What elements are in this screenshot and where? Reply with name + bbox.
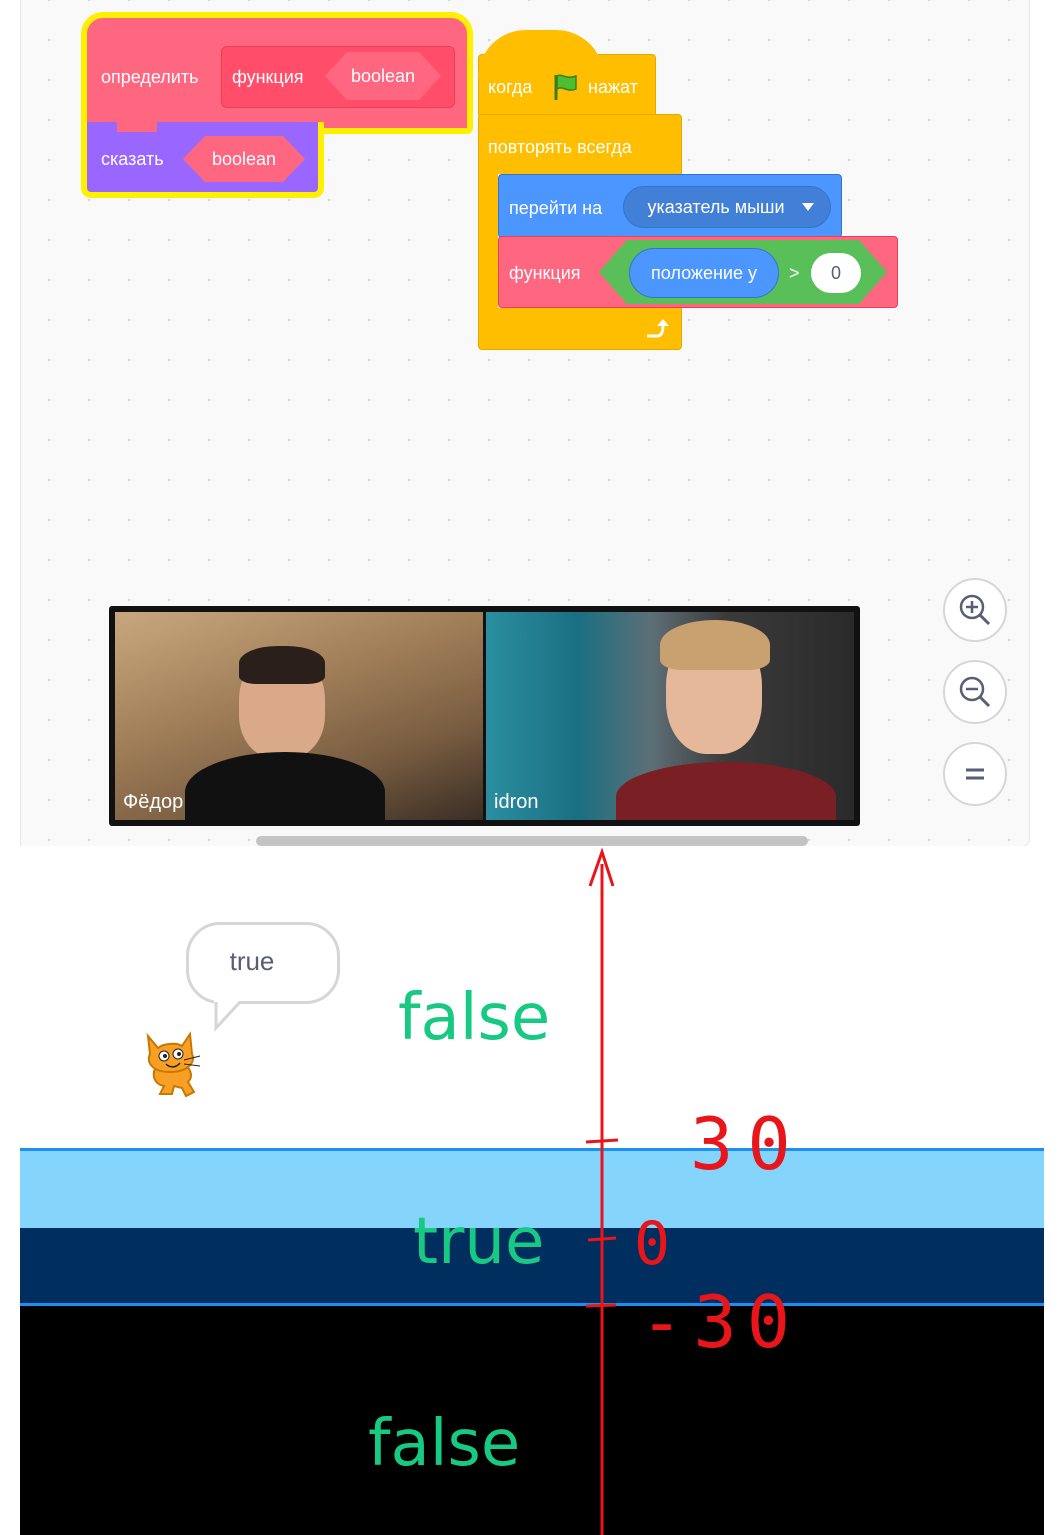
speech-bubble: true [186, 922, 340, 1004]
participant-hair [239, 646, 325, 684]
say-label: сказать [101, 149, 164, 169]
zoom-reset-button[interactable] [943, 742, 1007, 806]
hat-cap [478, 30, 604, 78]
participant-hoodie [185, 752, 385, 820]
goto-target-value: указатель мыши [647, 196, 785, 217]
loop-arrow-icon [647, 319, 669, 338]
zone-label-middle: true [413, 1205, 545, 1279]
zone-bottom [20, 1306, 1044, 1535]
zone-label-top: false [398, 981, 551, 1055]
participant-name: Фёдор [123, 791, 184, 813]
zoom-out-icon [959, 676, 991, 708]
video-tile-1[interactable]: Фёдор [115, 612, 483, 820]
zoom-in-icon [959, 594, 991, 626]
y-position-reporter[interactable]: положение y [629, 248, 779, 298]
hat-clicked-label: нажат [588, 77, 638, 97]
green-flag-icon [554, 74, 577, 100]
zoom-in-button[interactable] [943, 578, 1007, 642]
annotation-bottom: -30 [640, 1280, 801, 1364]
participant-shirt [616, 762, 836, 820]
say-boolean-param[interactable]: boolean [183, 136, 305, 182]
speech-text: true [229, 945, 275, 976]
stage[interactable]: true false true false 30 0 -30 [20, 846, 1044, 1535]
zone-label-bottom: false [368, 1407, 521, 1481]
horizontal-scrollbar[interactable] [256, 836, 808, 846]
define-function-name: функция [232, 67, 304, 87]
scratch-cat-icon[interactable] [140, 1030, 206, 1098]
participant-name: idron [494, 791, 539, 813]
goto-target-dropdown[interactable]: указатель мыши [623, 186, 831, 228]
video-call-panel: Фёдор idron [109, 606, 860, 826]
define-keyword: определить [101, 67, 199, 87]
operator-symbol: > [789, 263, 800, 283]
zoom-out-button[interactable] [943, 660, 1007, 724]
say-block-notch [117, 122, 157, 132]
annotation-middle: 0 [634, 1209, 671, 1279]
speech-bubble-tail [214, 1000, 242, 1032]
annotation-top: 30 [690, 1102, 805, 1186]
compare-value-input[interactable]: 0 [811, 253, 861, 293]
hat-when-label: когда [488, 77, 533, 97]
goto-label: перейти на [509, 198, 603, 218]
video-tile-2[interactable]: idron [486, 612, 854, 820]
forever-label: повторять всегда [488, 137, 632, 157]
dropdown-arrow-icon [802, 203, 814, 211]
y-axis-arrow-icon [585, 847, 619, 1535]
define-boolean-param[interactable]: boolean [325, 52, 441, 100]
zoom-reset-icon [966, 768, 984, 780]
function-call-name: функция [509, 263, 581, 283]
participant-hair [660, 620, 770, 670]
